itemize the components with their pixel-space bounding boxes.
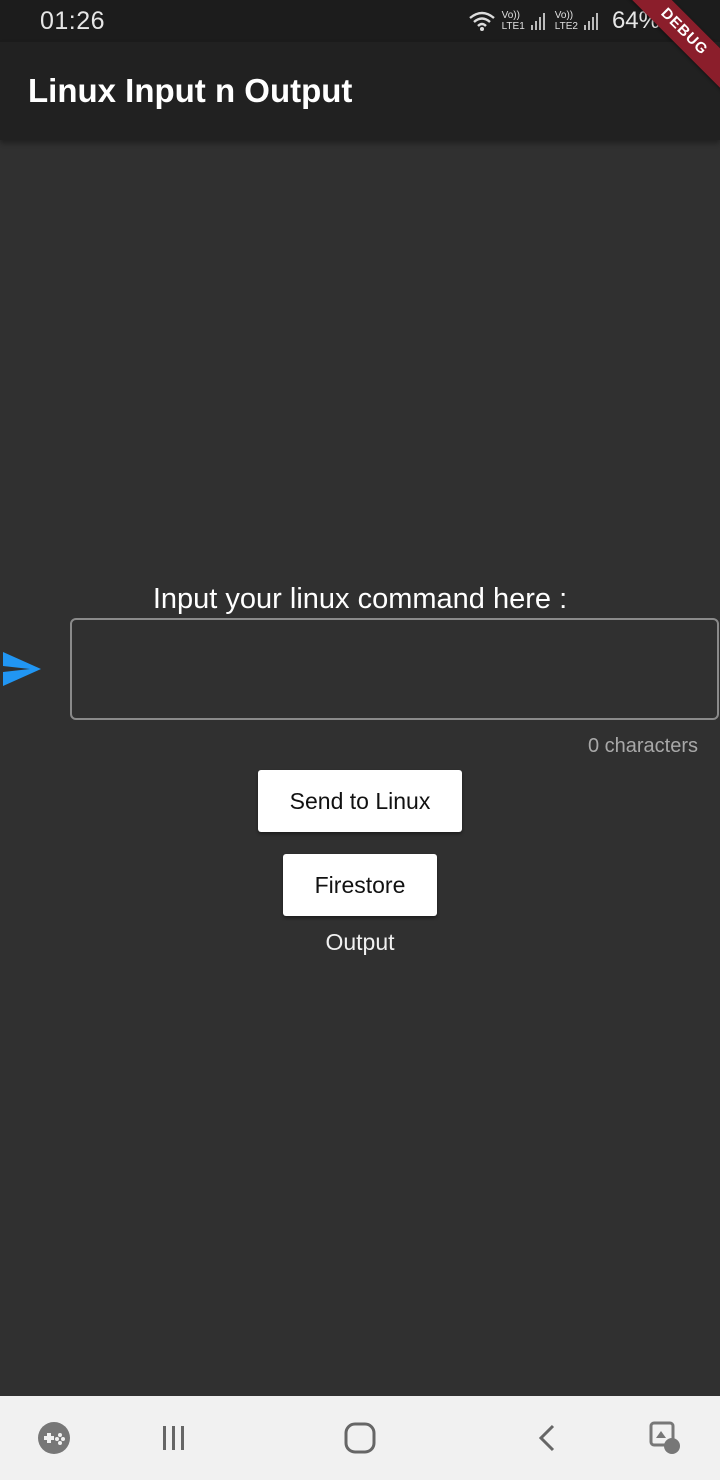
signal-icon	[530, 12, 545, 30]
navigation-bar	[0, 1396, 720, 1480]
wifi-icon	[468, 11, 495, 31]
command-prompt-label: Input your linux command here :	[152, 583, 568, 615]
back-icon[interactable]	[528, 1418, 568, 1458]
send-to-linux-button[interactable]: Send to Linux	[258, 770, 462, 832]
home-icon[interactable]	[340, 1418, 380, 1458]
recent-apps-icon[interactable]	[153, 1418, 193, 1458]
character-counter: 0 characters	[587, 735, 698, 757]
send-icon[interactable]	[2, 651, 42, 687]
app-screen: 01:26 Vo)) LTE1 Vo)) LTE2 64% DEBUG Linu…	[0, 0, 720, 1480]
sim2-label: Vo)) LTE2	[554, 10, 578, 32]
status-time: 01:26	[40, 7, 106, 35]
app-bar: Linux Input n Output	[0, 42, 720, 140]
command-input[interactable]	[70, 618, 719, 720]
signal-icon	[583, 12, 598, 30]
firestore-button[interactable]: Firestore	[283, 854, 437, 916]
output-label: Output	[325, 929, 395, 955]
app-title: Linux Input n Output	[28, 72, 353, 109]
status-bar: 01:26 Vo)) LTE1 Vo)) LTE2 64%	[0, 0, 720, 42]
sim1-label: Vo)) LTE1	[501, 10, 525, 32]
assistive-touch-icon[interactable]	[646, 1418, 686, 1458]
game-launcher-icon[interactable]	[34, 1418, 74, 1458]
